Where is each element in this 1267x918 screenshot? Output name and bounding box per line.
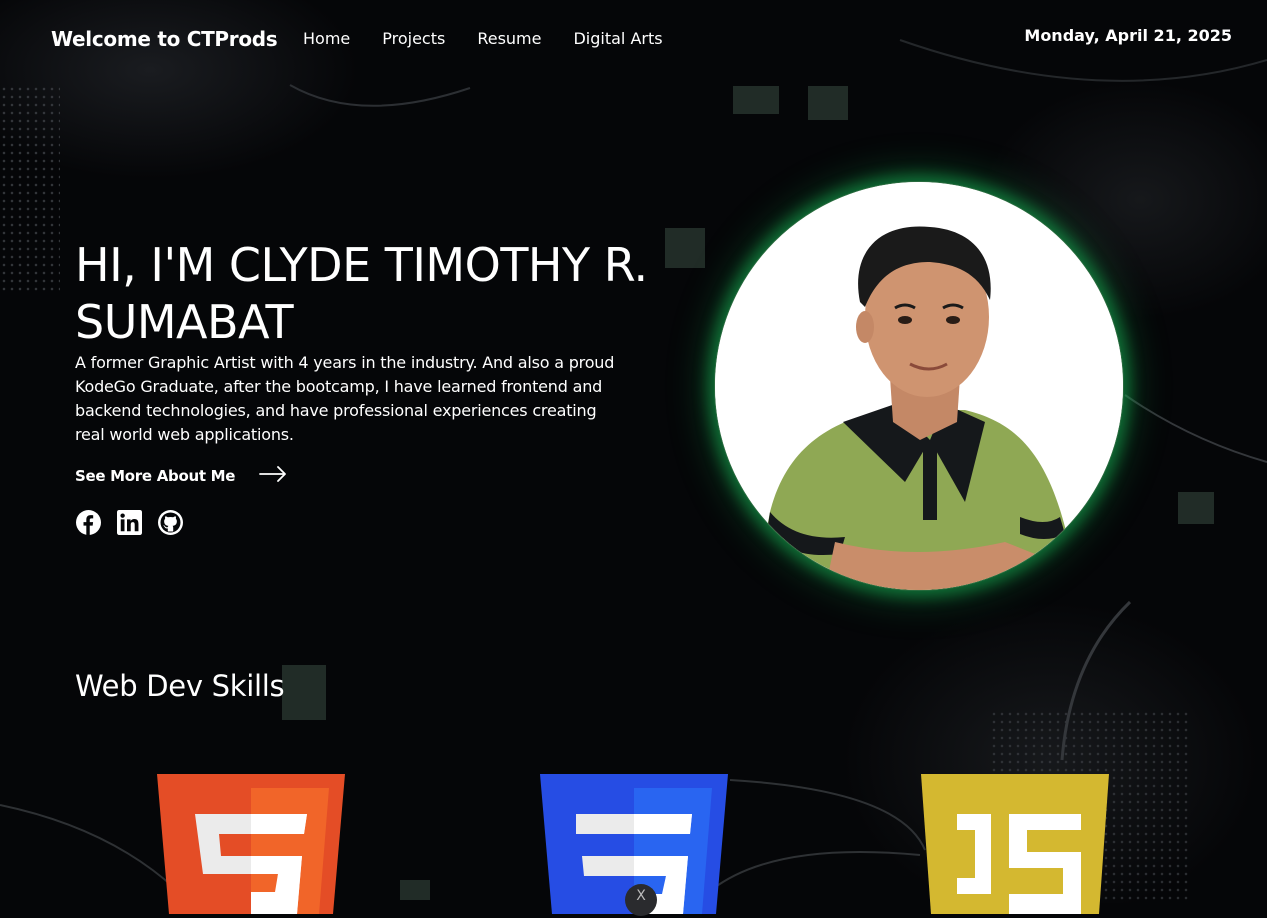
brand-title[interactable]: Welcome to CTProds	[51, 27, 278, 51]
nav-projects[interactable]: Projects	[382, 29, 445, 48]
linkedin-icon[interactable]	[117, 510, 142, 535]
nav-resume[interactable]: Resume	[477, 29, 541, 48]
see-more-link[interactable]: See More About Me	[75, 466, 287, 486]
html5-icon	[157, 774, 347, 914]
hero-title: HI, I'M CLYDE TIMOTHY R. SUMABAT	[75, 238, 648, 349]
nav-digital-arts[interactable]: Digital Arts	[573, 29, 662, 48]
profile-photo	[714, 181, 1124, 591]
main-nav: Home Projects Resume Digital Arts	[303, 29, 695, 48]
skills-section-title: Web Dev Skills	[75, 669, 285, 703]
arrow-right-icon	[259, 466, 287, 486]
hero-description: A former Graphic Artist with 4 years in …	[75, 353, 615, 444]
see-more-label: See More About Me	[75, 467, 236, 485]
site-header: Welcome to CTProds Home Projects Resume …	[0, 0, 1267, 80]
facebook-icon[interactable]	[76, 510, 101, 535]
nav-home[interactable]: Home	[303, 29, 350, 48]
social-links	[76, 510, 183, 535]
github-icon[interactable]	[158, 510, 183, 535]
close-badge[interactable]: X	[625, 884, 657, 916]
current-date: Monday, April 21, 2025	[1024, 26, 1232, 45]
javascript-icon	[921, 774, 1111, 914]
